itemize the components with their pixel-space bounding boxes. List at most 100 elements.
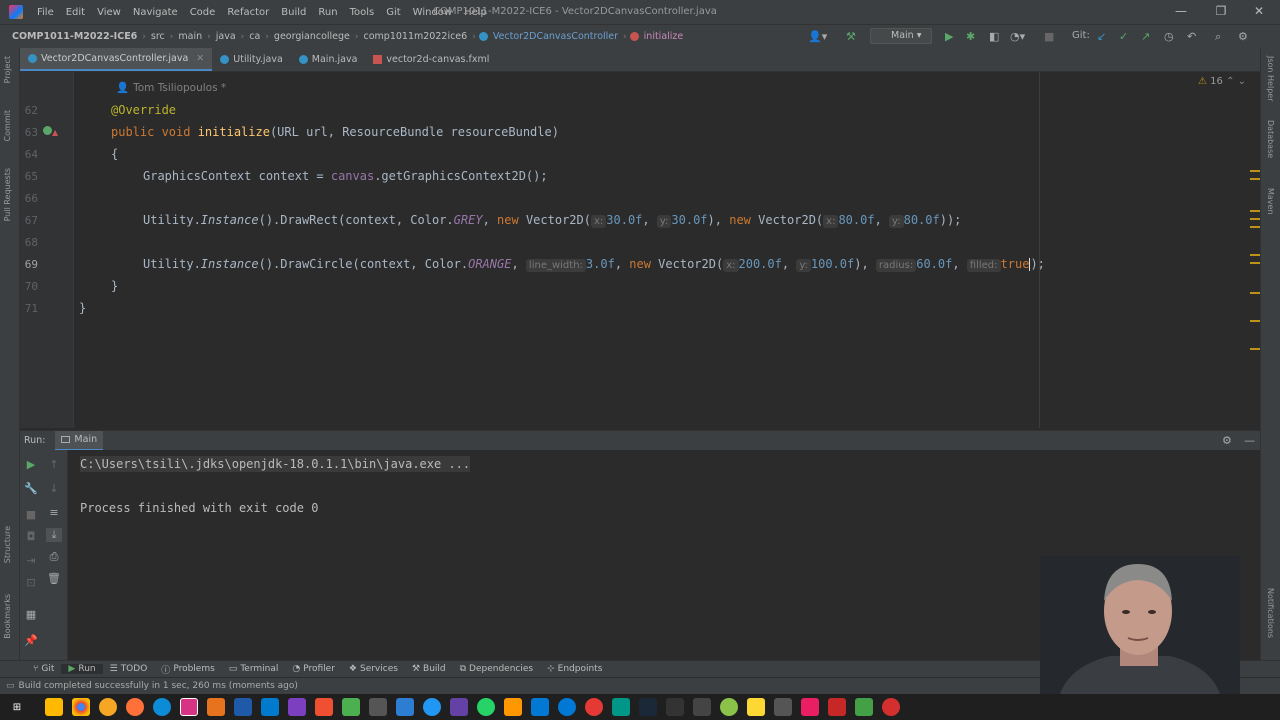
breadcrumb-project[interactable]: COMP1011-M2022-ICE6 (10, 31, 139, 42)
chrome-icon[interactable] (71, 698, 90, 716)
user-icon[interactable]: 👤▾ (808, 30, 827, 43)
status-toggle-icon[interactable]: ▭ (6, 681, 15, 691)
tab-run[interactable]: ▶ Run (61, 664, 103, 674)
print-icon[interactable]: ⎙ (46, 550, 62, 564)
close-button[interactable]: ✕ (1244, 4, 1274, 18)
profile-icon[interactable]: ◔▾ (1010, 30, 1025, 43)
windows-start-icon[interactable]: ⊞ (8, 698, 26, 716)
app-icon[interactable] (881, 698, 900, 716)
layout-icon[interactable]: ▦ (23, 608, 39, 621)
breadcrumb-method[interactable]: initialize (642, 31, 686, 42)
minimize-button[interactable]: — (1166, 4, 1196, 18)
app-icon[interactable] (719, 698, 738, 716)
app-icon[interactable] (773, 698, 792, 716)
breadcrumb-class[interactable]: Vector2DCanvasController (491, 31, 620, 42)
run-icon[interactable]: ▶ (945, 30, 953, 43)
app-icon[interactable] (368, 698, 387, 716)
outlook-icon[interactable] (530, 698, 549, 716)
pull-requests-tool-tab[interactable]: Pull Requests (3, 168, 12, 221)
app-icon[interactable] (395, 698, 414, 716)
tab-build[interactable]: ⚒ Build (405, 664, 453, 674)
hide-panel-icon[interactable]: — (1244, 434, 1255, 447)
project-tool-tab[interactable]: Project (3, 56, 12, 83)
firefox-icon[interactable] (125, 698, 144, 716)
wrench-icon[interactable]: 🔧 (23, 482, 39, 495)
search-icon[interactable]: ⌕ (1215, 30, 1221, 44)
app-icon[interactable] (233, 698, 252, 716)
run-config-tab[interactable]: Main (55, 430, 104, 451)
hammer-build-icon[interactable]: ⚒ (846, 30, 856, 43)
commit-tool-tab[interactable]: Commit (3, 110, 12, 141)
camera-icon[interactable]: ◘ (23, 530, 39, 543)
app-icon[interactable] (206, 698, 225, 716)
app-icon[interactable] (854, 698, 873, 716)
settings-gear-icon[interactable]: ⚙ (1238, 30, 1248, 43)
menu-code[interactable]: Code (184, 7, 222, 18)
app-icon[interactable] (692, 698, 711, 716)
exit-icon[interactable]: ⇥ (23, 554, 39, 567)
tab-main[interactable]: Main.java (291, 48, 366, 71)
warnings-indicator[interactable]: ⚠ 16 ⌃ ⌄ (1198, 76, 1246, 87)
breadcrumb-georgiancollege[interactable]: georgiancollege (272, 31, 352, 42)
stop-icon[interactable]: ■ (23, 508, 39, 521)
intellij-icon[interactable] (179, 698, 198, 716)
git-update-icon[interactable]: ↙ (1097, 30, 1106, 43)
tab-profiler[interactable]: ◔ Profiler (285, 664, 342, 674)
tab-git[interactable]: ⑂ Git (26, 664, 61, 674)
close-tab-icon[interactable]: ✕ (196, 53, 204, 64)
settings-gear-icon[interactable]: ⚙ (1222, 434, 1232, 447)
breadcrumb-src[interactable]: src (149, 31, 167, 42)
app-icon[interactable] (827, 698, 846, 716)
file-explorer-icon[interactable] (44, 698, 63, 716)
app-icon[interactable] (611, 698, 630, 716)
debug-icon[interactable]: ✱ (966, 30, 975, 43)
history-icon[interactable]: ◷ (1164, 30, 1174, 43)
git-commit-icon[interactable]: ✓ (1119, 30, 1128, 43)
menu-edit[interactable]: Edit (60, 7, 91, 18)
whatsapp-icon[interactable] (476, 698, 495, 716)
override-arrow-icon[interactable]: ▲ (52, 128, 58, 137)
tab-todo[interactable]: ☰ TODO (103, 664, 155, 674)
menu-file[interactable]: File (31, 7, 60, 18)
rollback-icon[interactable]: ↶ (1187, 30, 1196, 43)
menu-navigate[interactable]: Navigate (127, 7, 184, 18)
scroll-to-end-icon[interactable]: ⤓ (46, 528, 62, 542)
trash-icon[interactable]: 🗑 (46, 572, 62, 585)
app-icon[interactable] (800, 698, 819, 716)
chevron-up-icon[interactable]: ⌃ (1226, 76, 1234, 87)
app-icon[interactable] (449, 698, 468, 716)
coverage-icon[interactable]: ◧ (989, 30, 999, 43)
notifications-tool-tab[interactable]: Notifications (1266, 588, 1275, 638)
menu-run[interactable]: Run (312, 7, 343, 18)
bookmarks-tool-tab[interactable]: Bookmarks (3, 594, 12, 639)
tab-dependencies[interactable]: ⧉ Dependencies (453, 664, 541, 674)
tab-vector2d-canvas-controller[interactable]: Vector2DCanvasController.java ✕ (20, 48, 213, 71)
maven-tool-tab[interactable]: Maven (1266, 188, 1275, 215)
breadcrumb-main[interactable]: main (176, 31, 204, 42)
status-message[interactable]: Build completed successfully in 1 sec, 2… (19, 681, 298, 691)
maximize-button[interactable]: ❐ (1206, 4, 1236, 18)
scroll-down-icon[interactable]: ↓ (46, 482, 62, 495)
database-tool-tab[interactable]: Database (1266, 120, 1275, 158)
run-config-dropdown[interactable]: Main ▾ (870, 28, 932, 44)
chevron-down-icon[interactable]: ⌄ (1238, 76, 1246, 87)
app-icon[interactable] (503, 698, 522, 716)
implements-gutter-icon[interactable] (43, 126, 52, 135)
menu-build[interactable]: Build (275, 7, 312, 18)
tab-terminal[interactable]: ▭ Terminal (222, 664, 286, 674)
breadcrumb-package[interactable]: comp1011m2022ice6 (362, 31, 470, 42)
soft-wrap-icon[interactable]: ≡ (46, 506, 62, 519)
tab-problems[interactable]: ⓘ Problems (154, 663, 222, 676)
git-push-icon[interactable]: ↗ (1141, 30, 1150, 43)
console-command[interactable]: C:\Users\tsili\.jdks\openjdk-18.0.1.1\bi… (80, 456, 471, 472)
steam-icon[interactable] (638, 698, 657, 716)
vscode-icon[interactable] (260, 698, 279, 716)
structure-tool-tab[interactable]: Structure (3, 526, 12, 563)
app-icon[interactable] (422, 698, 441, 716)
app-icon[interactable] (746, 698, 765, 716)
app-icon[interactable] (557, 698, 576, 716)
app-icon[interactable] (584, 698, 603, 716)
edge-icon[interactable] (152, 698, 171, 716)
tab-utility[interactable]: Utility.java (212, 48, 291, 71)
menu-tools[interactable]: Tools (344, 7, 381, 18)
